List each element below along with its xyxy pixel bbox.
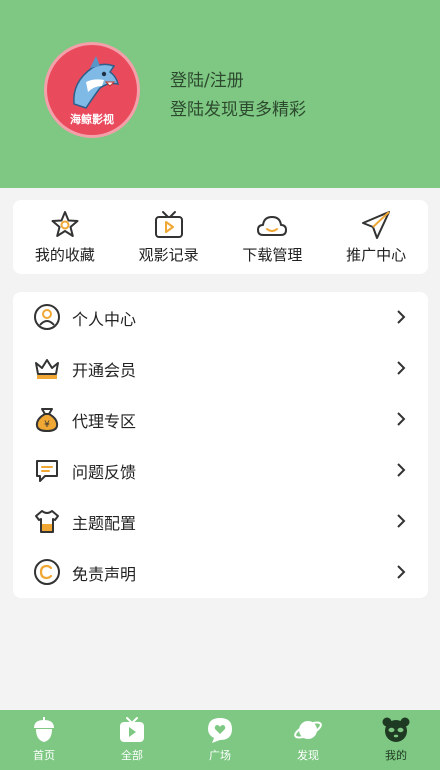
quick-action-label: 下载管理 (242, 246, 303, 264)
svg-text:¥: ¥ (44, 420, 50, 430)
tv-play-icon (154, 211, 183, 238)
tab-label: 广场 (209, 749, 231, 762)
login-subtitle: 登陆发现更多精彩 (170, 100, 306, 120)
bottom-tab-bar: 首页 全部 广场 发现 我的 (0, 710, 440, 770)
tab-discover[interactable]: 发现 (264, 710, 352, 770)
tab-label: 我的 (385, 749, 407, 762)
user-circle-icon (34, 304, 60, 330)
menu-item-membership[interactable]: 开通会员 (13, 343, 428, 394)
quick-action-label: 观影记录 (138, 246, 199, 264)
menu-item-personal-center[interactable]: 个人中心 (13, 292, 428, 343)
paper-plane-icon (362, 211, 391, 239)
menu-item-feedback[interactable]: 问题反馈 (13, 445, 428, 496)
quick-action-promotion[interactable]: 推广中心 (324, 200, 428, 274)
tab-label: 全部 (121, 749, 143, 762)
menu-item-label: 免责声明 (72, 564, 137, 584)
copyright-icon (34, 559, 60, 585)
star-icon (51, 211, 79, 237)
quick-action-history[interactable]: 观影记录 (117, 200, 221, 274)
menu-item-label: 代理专区 (72, 411, 137, 431)
quick-action-favorites[interactable]: 我的收藏 (13, 200, 117, 274)
menu-item-agent-zone[interactable]: ¥ 代理专区 (13, 394, 428, 445)
menu-item-disclaimer[interactable]: 免责声明 (13, 547, 428, 598)
tab-home[interactable]: 首页 (0, 710, 88, 770)
tab-label: 发现 (297, 749, 319, 762)
acorn-icon (34, 717, 54, 742)
planet-icon (294, 721, 322, 739)
chevron-right-icon (397, 310, 406, 324)
menu-item-theme[interactable]: 主题配置 (13, 496, 428, 547)
menu-item-label: 问题反馈 (72, 462, 137, 482)
heart-bubble-icon (208, 718, 232, 743)
quick-action-label: 推广中心 (346, 246, 407, 264)
login-register-link[interactable]: 登陆/注册 (170, 66, 244, 91)
chevron-right-icon (397, 565, 406, 579)
menu-item-label: 开通会员 (72, 360, 137, 380)
chat-icon (36, 460, 58, 482)
crown-icon (35, 359, 59, 379)
tab-mine[interactable]: 我的 (352, 710, 440, 770)
quick-action-downloads[interactable]: 下载管理 (221, 200, 325, 274)
panda-icon (382, 717, 410, 742)
menu-item-label: 主题配置 (72, 513, 137, 533)
quick-actions-card: 我的收藏 观影记录 下载管理 推广中心 (13, 200, 428, 274)
menu-item-label: 个人中心 (72, 309, 137, 329)
tab-all[interactable]: 全部 (88, 710, 176, 770)
chevron-right-icon (397, 361, 406, 375)
chevron-right-icon (397, 463, 406, 477)
cloud-icon (257, 216, 288, 236)
profile-header: 海鲸影视 登陆/注册 登陆发现更多精彩 (0, 0, 440, 188)
settings-menu: 个人中心 开通会员 ¥ 代理专区 问题反馈 主题配置 免责声明 (13, 292, 428, 598)
chevron-right-icon (397, 412, 406, 426)
avatar[interactable]: 海鲸影视 (44, 42, 140, 138)
tab-square[interactable]: 广场 (176, 710, 264, 770)
quick-action-label: 我的收藏 (34, 246, 95, 264)
chevron-right-icon (397, 514, 406, 528)
avatar-text: 海鲸影视 (70, 113, 114, 126)
shirt-icon (35, 510, 59, 533)
play-tv-icon (120, 717, 144, 742)
money-bag-icon: ¥ (35, 408, 59, 433)
tab-label: 首页 (33, 749, 55, 762)
